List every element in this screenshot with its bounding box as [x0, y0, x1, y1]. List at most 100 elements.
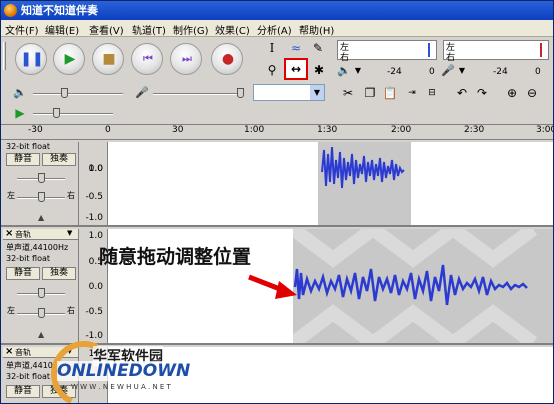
trim-icon[interactable]: ⇥	[403, 84, 421, 102]
track-1-ytick: -1.0	[85, 213, 103, 223]
track-2-gain-thumb[interactable]	[38, 288, 45, 298]
record-button[interactable]: ●	[211, 43, 243, 75]
track-2-title-bar[interactable]: × 音轨 ▼	[3, 228, 78, 240]
input-volume-slider[interactable]	[153, 93, 243, 95]
menu-help[interactable]: 帮助(H)	[299, 22, 334, 37]
playback-speed-thumb[interactable]	[53, 108, 60, 118]
skip-start-button[interactable]: ⏮	[131, 43, 163, 75]
track-1-pan-thumb[interactable]	[38, 192, 45, 202]
meter-tick-d: 0	[535, 67, 541, 77]
output-dropdown-icon[interactable]: ▼	[349, 62, 367, 80]
track-3-name: 音轨	[15, 348, 31, 357]
menu-tracks[interactable]: 轨道(T)	[132, 22, 166, 37]
track-1-gain-thumb[interactable]	[38, 173, 45, 183]
undo-icon[interactable]: ↶	[453, 84, 471, 102]
track-2-bits: 32-bit float	[6, 254, 51, 263]
track-2-mute-button[interactable]: 静音	[6, 267, 40, 280]
track-1-solo-button[interactable]: 独奏	[42, 153, 76, 166]
pause-button[interactable]: ❚❚	[15, 43, 47, 75]
stop-button[interactable]: ■	[92, 43, 124, 75]
ruler-tick: 0	[105, 125, 111, 135]
redo-icon[interactable]: ↷	[473, 84, 491, 102]
annotation-arrow	[248, 274, 297, 299]
track-2-name: 音轨	[15, 230, 31, 239]
multi-tool-icon[interactable]: ✱	[310, 61, 328, 79]
track-1-clip[interactable]	[318, 142, 411, 225]
track-2-close-icon[interactable]: ×	[5, 228, 13, 239]
ruler-tick: -30	[28, 125, 43, 135]
track-1-waveform-area[interactable]	[107, 142, 553, 225]
ruler-tick: 30	[172, 125, 184, 135]
input-volume-thumb[interactable]	[237, 88, 244, 98]
track-2-solo-button[interactable]: 独奏	[42, 267, 76, 280]
meter-tick-a: -24	[387, 67, 402, 77]
cut-icon[interactable]: ✂	[339, 84, 357, 102]
skip-end-button[interactable]: ⏭	[170, 43, 202, 75]
zoom-tool-icon[interactable]: ⚲	[263, 61, 281, 79]
playback-speed-slider[interactable]	[33, 113, 113, 115]
watermark-logo-text: ONLINEDOWN	[57, 361, 191, 381]
output-meter[interactable]: 左 右	[337, 40, 437, 63]
play-at-speed-icon[interactable]: ▶	[11, 104, 29, 122]
ruler-tick: 2:30	[464, 125, 485, 135]
timeline-ruler[interactable]: -30 0 30 1:00 1:30 2:00 2:30 3:00	[1, 124, 553, 140]
transport-toolbar: ❚❚ ▶ ■ ⏮ ⏭ ●	[1, 38, 257, 83]
watermark-url: W W W . N E W H U A . N E T	[71, 383, 171, 391]
pause-icon: ❚❚	[20, 51, 44, 67]
track-2-ytick: 1.0	[88, 231, 103, 241]
zoom-out-icon[interactable]: ⊖	[523, 84, 541, 102]
title-bar: 知道不知道伴奏	[1, 1, 553, 20]
annotation-caption: 随意拖动调整位置	[99, 246, 252, 268]
envelope-tool-icon[interactable]: ≈	[287, 39, 305, 57]
track-2-format: 单声道,44100Hz	[6, 243, 69, 252]
time-shift-tool[interactable]: ↔	[284, 58, 308, 80]
track-2-pan-thumb[interactable]	[38, 308, 45, 318]
output-volume-slider[interactable]	[33, 93, 123, 95]
track-3-mute-button[interactable]: 静音	[6, 385, 40, 398]
selection-tool-icon[interactable]: I	[263, 39, 281, 57]
window-title: 知道不知道伴奏	[21, 4, 98, 17]
menu-effect[interactable]: 效果(C)	[215, 22, 250, 37]
paste-icon[interactable]: 📋	[381, 84, 399, 102]
track-2-control-panel[interactable]: × 音轨 ▼ 单声道,44100Hz 32-bit float 静音 独奏 左 …	[3, 228, 79, 343]
output-volume-thumb[interactable]	[61, 88, 68, 98]
menu-edit[interactable]: 编辑(E)	[45, 22, 79, 37]
menu-analyze[interactable]: 分析(A)	[257, 22, 292, 37]
input-meter-peak-marker	[540, 43, 542, 57]
track-2-ytick: 0.0	[88, 282, 103, 292]
track-2-pan-right: 右	[67, 306, 75, 315]
copy-icon[interactable]: ❐	[361, 84, 379, 102]
track-2-collapse-icon[interactable]: ▲	[38, 330, 44, 339]
track-2-clip[interactable]	[288, 220, 553, 352]
menu-view[interactable]: 查看(V)	[89, 22, 124, 37]
tools-toolbar: I ≈ ✎ ⚲ ↔ ✱	[259, 38, 329, 83]
draw-tool-icon[interactable]: ✎	[309, 39, 327, 57]
play-button[interactable]: ▶	[53, 43, 85, 75]
track-1-mute-button[interactable]: 静音	[6, 153, 40, 166]
track-2-ytick: -0.5	[85, 307, 103, 317]
track-1-pan-right: 右	[67, 191, 75, 200]
track-3-bits: 32-bit float	[6, 372, 51, 381]
toolbar-grip[interactable]	[3, 42, 6, 70]
track-3-close-icon[interactable]: ×	[5, 346, 13, 357]
meter-tick-b: 0	[429, 67, 435, 77]
ruler-tick: 1:30	[317, 125, 338, 135]
track-1-collapse-icon[interactable]: ▲	[38, 213, 44, 222]
ruler-tick: 3:00	[536, 125, 553, 135]
zoom-in-icon[interactable]: ⊕	[503, 84, 521, 102]
input-source-select[interactable]: ▼	[253, 84, 325, 101]
ruler-tick: 1:00	[244, 125, 265, 135]
silence-icon[interactable]: ⊟	[423, 84, 441, 102]
menu-file[interactable]: 文件(F)	[5, 22, 39, 37]
mixer-toolbar: 🔈 🎤	[1, 83, 251, 103]
track-2-menu-icon[interactable]: ▼	[67, 229, 72, 237]
track-1-format: 32-bit float	[6, 142, 51, 151]
mic-volume-icon: 🎤	[135, 86, 149, 99]
track-1-ytick: 0.0	[88, 164, 103, 174]
track-1-control-panel[interactable]: 32-bit float 静音 独奏 左 右 ▲	[3, 142, 79, 225]
input-dropdown-icon[interactable]: ▼	[453, 62, 471, 80]
input-source-dropdown-icon: ▼	[310, 85, 324, 100]
menu-generate[interactable]: 制作(G)	[173, 22, 209, 37]
input-meter[interactable]: 左 右	[443, 40, 549, 63]
track-2-pan-left: 左	[7, 306, 15, 315]
